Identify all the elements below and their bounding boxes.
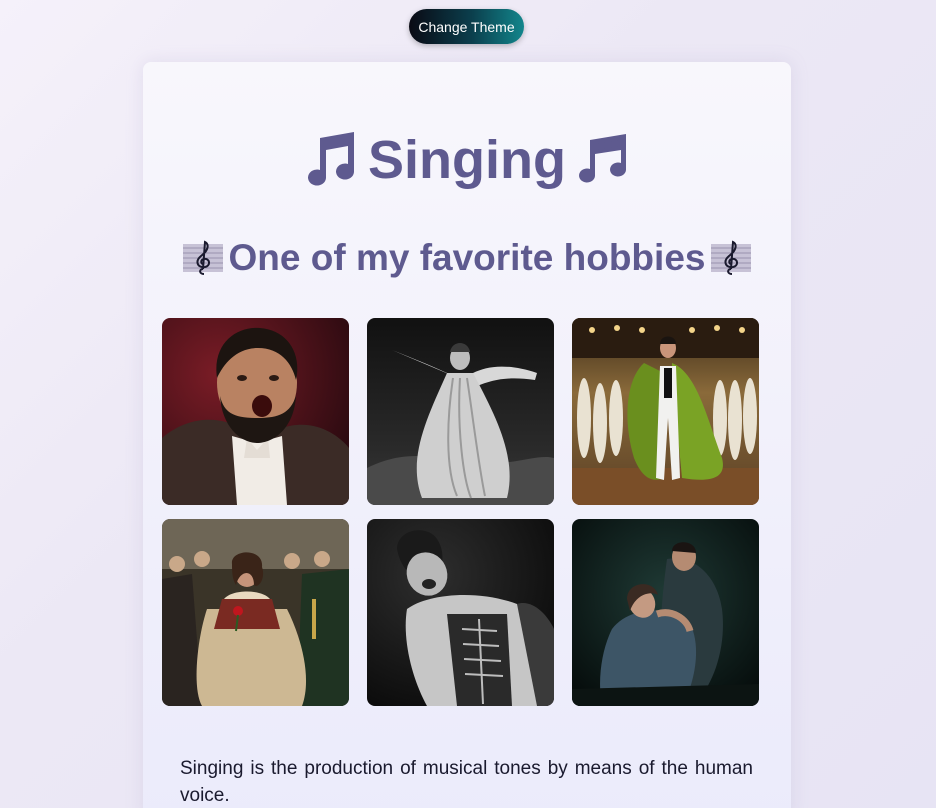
opera-duet-embrace-photo (572, 519, 759, 706)
content-card: Singing One of my favorite hobbies Singi… (143, 62, 791, 808)
change-theme-button[interactable]: Change Theme (409, 9, 524, 44)
page-subtitle: One of my favorite hobbies (143, 238, 791, 276)
singer-green-gown-stage-photo (572, 318, 759, 505)
subtitle-text: One of my favorite hobbies (228, 236, 706, 278)
photo-gallery (162, 318, 759, 706)
musical-note-icon (308, 132, 355, 186)
page-title: Singing (143, 130, 791, 190)
opera-scene-red-rose-photo (162, 519, 349, 706)
soprano-white-gown-photo (367, 318, 554, 505)
musical-notes-icon (579, 134, 626, 183)
description-paragraph: Singing is the production of musical ton… (180, 758, 753, 806)
musical-score-icon (711, 240, 752, 275)
singer-laughing-corset-photo (367, 519, 554, 706)
bearded-tenor-singing-photo (162, 318, 349, 505)
musical-score-icon (182, 240, 223, 275)
title-text: Singing (368, 130, 566, 190)
